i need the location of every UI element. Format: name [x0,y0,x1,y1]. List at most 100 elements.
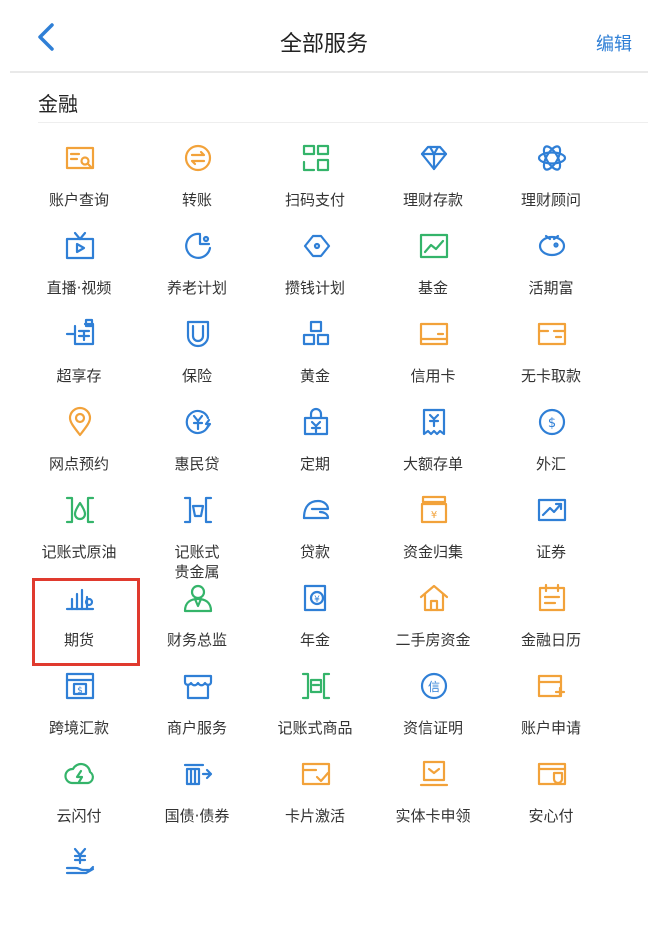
loan-coin-icon [185,409,212,435]
bond-icon [183,763,213,786]
pension-icon [185,232,212,259]
service-item-credit-cert[interactable]: 信资信证明 [374,668,492,756]
service-item-label: 账户查询 [48,191,109,209]
svg-text:$: $ [77,686,83,696]
service-item-label: 国债·债券 [164,807,230,825]
service-item-label: 定期 [299,455,330,473]
service-item-label: 活期富 [528,279,574,297]
service-item-stock-chart[interactable]: 证券 [492,492,610,580]
service-item-cloud-pay[interactable]: 云闪付 [20,756,138,844]
service-item-diamond[interactable]: 理财存款 [374,140,492,228]
service-item-precious-metal[interactable]: 记账式 贵金属 [138,492,256,581]
person-icon [183,584,213,613]
service-item-house[interactable]: 二手房资金 [374,580,492,668]
highlight-box [32,578,140,666]
section-divider [38,122,648,123]
piggy-icon [538,234,566,257]
service-item-qr-pay[interactable]: 扫码支付 [256,140,374,228]
shield-icon [186,320,210,348]
service-item-label: 直播·视频 [46,279,112,297]
service-item-fund-collect[interactable]: ¥ 资金归集 [374,492,492,580]
oil-drop-icon [65,496,95,524]
deposit-icon [65,318,95,346]
service-item-pension[interactable]: 养老计划 [138,228,256,316]
service-item-card-activate[interactable]: 卡片激活 [256,756,374,844]
service-item-label: 记账式原油 [41,543,117,561]
service-item-label: 实体卡申领 [395,807,471,825]
credit-card-icon [419,322,449,346]
service-item-dollar-coin[interactable]: $ 外汇 [492,404,610,492]
cross-border-icon: $ [65,672,95,700]
service-item-label: 资信证明 [402,719,463,737]
section-title: 金融 [38,92,78,116]
credit-cert-icon: 信 [420,672,448,700]
service-item-label: 惠民贷 [174,455,220,473]
service-item-label: 金融日历 [520,631,581,649]
service-item-location-pin[interactable]: 网点预约 [20,404,138,492]
service-item-account-apply[interactable]: 账户申请 [492,668,610,756]
transfer-icon [184,144,212,172]
service-item-label: 大额存单 [402,455,463,473]
service-item-label: 理财顾问 [520,191,581,209]
service-item-loan-coin[interactable]: 惠民贷 [138,404,256,492]
service-item-loan-hand[interactable]: 贷款 [256,492,374,580]
service-item-receipt[interactable]: 大额存单 [374,404,492,492]
service-item-label: 无卡取款 [520,367,581,385]
receipt-icon [422,408,446,436]
card-activate-icon [301,762,331,786]
service-item-account-query[interactable]: 账户查询 [20,140,138,228]
service-item-deposit[interactable]: 超享存 [20,316,138,404]
service-item-calendar[interactable]: 金融日历 [492,580,610,668]
service-item-label: 记账式商品 [277,719,353,737]
svg-text:¥: ¥ [314,595,320,605]
stock-chart-icon [537,498,567,522]
service-item-person[interactable]: 财务总监 [138,580,256,668]
service-item-cross-border[interactable]: $ 跨境汇款 [20,668,138,756]
service-item-store[interactable]: 商户服务 [138,668,256,756]
atom-icon [537,145,567,171]
service-item-credit-card[interactable]: 信用卡 [374,316,492,404]
service-item-commodity[interactable]: 记账式商品 [256,668,374,756]
service-item-label: 财务总监 [166,631,227,649]
service-item-oil-drop[interactable]: 记账式原油 [20,492,138,580]
service-item-lock-bag[interactable]: 定期 [256,404,374,492]
loan-hand-icon [302,499,330,520]
service-item-secure-pay[interactable]: 安心付 [492,756,610,844]
service-item-label: 养老计划 [166,279,227,297]
service-item-tv[interactable]: 直播·视频 [20,228,138,316]
edit-button[interactable]: 编辑 [596,30,632,56]
service-item-bond[interactable]: 国债·债券 [138,756,256,844]
service-item-gold-bars[interactable]: 黄金 [256,316,374,404]
service-item-yuan-hand[interactable] [20,844,138,932]
service-item-transfer[interactable]: 转账 [138,140,256,228]
account-apply-icon [537,674,566,698]
piggy-bank-icon [303,234,331,258]
service-item-card-apply[interactable]: 实体卡申领 [374,756,492,844]
service-item-fund-chart[interactable]: 基金 [374,228,492,316]
svg-text:$: $ [548,416,556,431]
service-item-annuity[interactable]: ¥ 年金 [256,580,374,668]
precious-metal-icon [183,496,213,524]
service-item-atom[interactable]: 理财顾问 [492,140,610,228]
service-item-piggy-bank[interactable]: 攒钱计划 [256,228,374,316]
fund-chart-icon [419,233,449,259]
service-item-label: 二手房资金 [395,631,471,649]
service-item-piggy[interactable]: 活期富 [492,228,610,316]
service-item-label: 跨境汇款 [48,719,109,737]
service-item-label: 信用卡 [410,367,456,385]
tv-icon [65,231,95,260]
yuan-hand-icon [65,847,95,875]
store-icon [183,674,213,700]
service-item-label: 扫码支付 [284,191,345,209]
service-item-label: 云闪付 [56,807,102,825]
header-divider [10,71,648,73]
calendar-icon [538,583,566,612]
service-item-label: 安心付 [528,807,574,825]
service-item-cardless-withdraw[interactable]: 无卡取款 [492,316,610,404]
service-item-label: 理财存款 [402,191,463,209]
svg-text:信: 信 [428,680,440,694]
service-item-shield[interactable]: 保险 [138,316,256,404]
service-item-label: 记账式 贵金属 [174,543,220,581]
account-query-icon [65,146,95,170]
annuity-icon: ¥ [303,584,327,612]
